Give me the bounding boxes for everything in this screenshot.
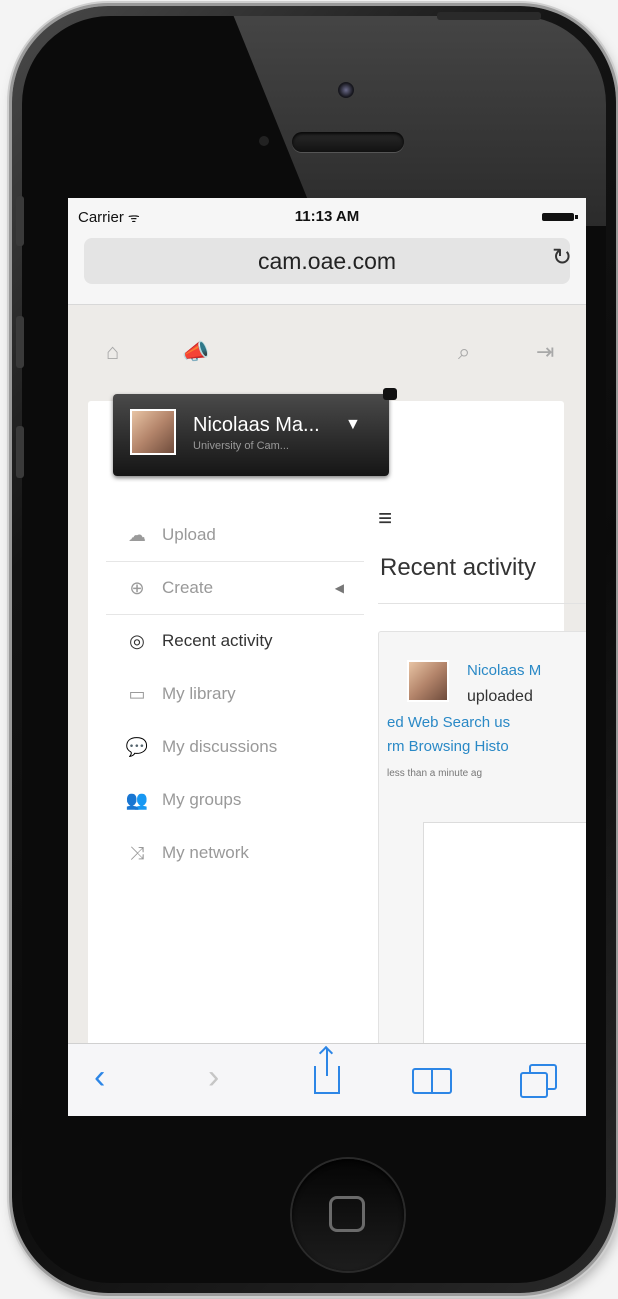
search-icon[interactable]: ⌕ xyxy=(458,339,470,365)
activity-timestamp: less than a minute ag xyxy=(387,768,483,779)
plus-circle-icon: ⊕ xyxy=(129,577,145,598)
caret-left-icon: ◀ xyxy=(334,581,344,595)
menu-item-my-discussions[interactable]: 💬 My discussions xyxy=(106,721,364,774)
home-button[interactable] xyxy=(292,1159,404,1271)
power-button[interactable] xyxy=(437,12,541,20)
menu-item-recent-activity[interactable]: ◎ Recent activity xyxy=(106,615,364,668)
share-icon[interactable] xyxy=(314,1048,340,1094)
shuffle-icon: ⤨ xyxy=(129,842,145,863)
activity-object-link[interactable]: ed Web Search us xyxy=(387,714,510,731)
dashboard-icon: ◎ xyxy=(129,630,145,651)
url-text: cam.oae.com xyxy=(257,247,397,274)
volume-down-button[interactable] xyxy=(16,426,24,478)
activity-avatar[interactable] xyxy=(407,660,449,702)
divider xyxy=(378,603,586,604)
glare xyxy=(225,16,606,226)
back-icon[interactable]: ‹ xyxy=(94,1058,105,1097)
forward-icon[interactable]: › xyxy=(208,1058,219,1097)
user-menu[interactable]: Nicolaas Ma... University of Cam... ▼ xyxy=(113,388,397,476)
battery-icon xyxy=(542,213,578,221)
tabs-icon[interactable] xyxy=(520,1064,560,1100)
comments-icon: 💬 xyxy=(125,736,149,757)
menu-item-my-groups[interactable]: 👥 My groups xyxy=(106,774,364,827)
menu-item-my-library[interactable]: ▭ My library xyxy=(106,668,364,721)
mute-switch[interactable] xyxy=(16,196,24,246)
user-organization: University of Cam... xyxy=(193,440,289,452)
menu-item-label: Create xyxy=(162,578,214,597)
status-bar: Carrier ᯤ 11:13 AM xyxy=(68,198,586,234)
home-square-icon xyxy=(329,1196,365,1232)
sign-out-icon[interactable]: ⇥ xyxy=(536,339,554,365)
menu-item-my-network[interactable]: ⤨ My network xyxy=(106,827,364,880)
front-camera xyxy=(338,82,354,98)
volume-up-button[interactable] xyxy=(16,316,24,368)
phone-screen: Carrier ᯤ 11:13 AM cam.oae.com ↻ ⌂ 📣 ⌕ ⇥ … xyxy=(68,198,586,1116)
top-navigation: ⌂ 📣 ⌕ ⇥ xyxy=(68,305,586,395)
bookmarks-icon[interactable] xyxy=(412,1068,452,1094)
caret-down-icon: ▼ xyxy=(345,416,361,433)
hamburger-icon[interactable]: ≡ xyxy=(378,505,392,533)
left-navigation: ☁ Upload ⊕ Create ◀ ◎ Recent activity ▭ … xyxy=(106,509,364,880)
proximity-sensor xyxy=(259,136,269,146)
notch xyxy=(383,388,397,400)
menu-item-label: My network xyxy=(162,843,249,862)
avatar xyxy=(130,409,176,455)
address-bar[interactable]: cam.oae.com xyxy=(84,238,570,284)
home-icon[interactable]: ⌂ xyxy=(106,339,119,365)
browser-toolbar: ‹ › xyxy=(68,1043,586,1116)
briefcase-icon: ▭ xyxy=(128,683,146,704)
menu-item-label: My library xyxy=(162,684,236,703)
megaphone-icon[interactable]: 📣 xyxy=(182,339,209,365)
tabs-icon-front xyxy=(520,1072,548,1098)
clock: 11:13 AM xyxy=(294,208,360,225)
activity-object-link-continued[interactable]: rm Browsing Histo xyxy=(387,738,509,755)
menu-item-label: My discussions xyxy=(162,737,278,756)
browser-header: cam.oae.com ↻ xyxy=(68,234,586,305)
activity-actor-link[interactable]: Nicolaas M xyxy=(467,662,541,679)
earpiece-speaker xyxy=(292,132,404,152)
menu-item-label: Recent activity xyxy=(162,631,273,650)
menu-item-create[interactable]: ⊕ Create ◀ xyxy=(106,562,364,615)
group-icon: 👥 xyxy=(125,789,149,810)
reload-icon[interactable]: ↻ xyxy=(552,243,572,272)
activity-verb: uploaded xyxy=(467,688,533,705)
page-title: Recent activity xyxy=(380,554,537,581)
web-page: ⌂ 📣 ⌕ ⇥ Nicolaas Ma... University of Cam… xyxy=(68,305,586,1116)
cloud-upload-icon: ☁ xyxy=(128,524,146,545)
menu-item-upload[interactable]: ☁ Upload xyxy=(106,509,364,562)
menu-item-label: My groups xyxy=(162,790,242,809)
user-name: Nicolaas Ma... xyxy=(193,414,320,436)
menu-item-label: Upload xyxy=(162,525,216,544)
